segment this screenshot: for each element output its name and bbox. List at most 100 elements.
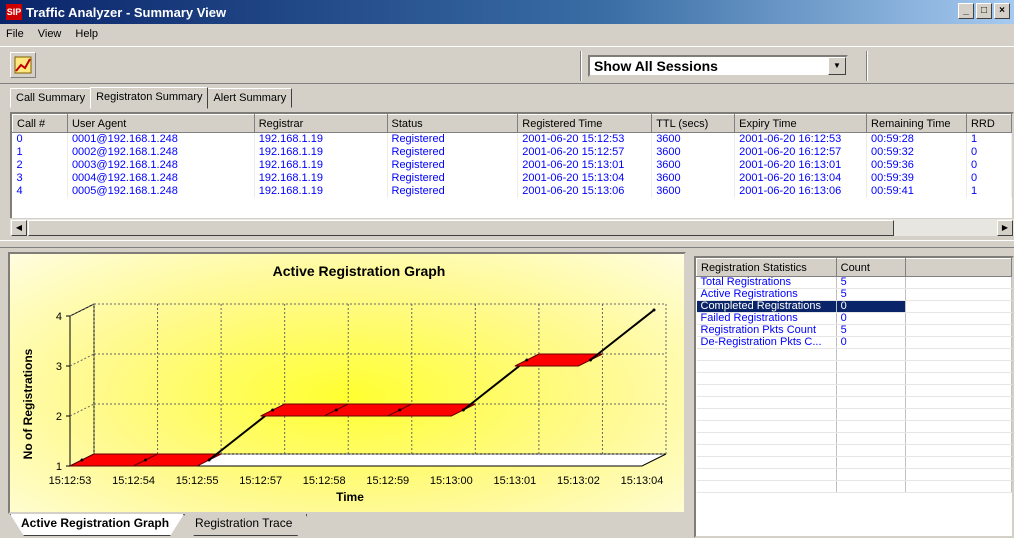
graph-tabs: Active Registration Graph Registration T… xyxy=(10,514,308,536)
tab-registration-summary[interactable]: Registraton Summary xyxy=(90,87,209,109)
tab-registration-trace[interactable]: Registration Trace xyxy=(184,514,308,536)
column-header[interactable]: Status xyxy=(386,114,519,133)
chart-y-tick-label: 2 xyxy=(56,411,62,423)
chart-x-tick-label: 15:13:04 xyxy=(621,475,664,487)
column-header[interactable]: TTL (secs) xyxy=(651,114,736,133)
chart-x-tick-label: 15:13:01 xyxy=(493,475,536,487)
stats-row-selected[interactable]: Completed Registrations 0 xyxy=(696,300,1012,313)
table-cell: 0 xyxy=(966,171,1012,185)
column-header xyxy=(904,258,1012,277)
table-cell: 0002@192.168.1.248 xyxy=(67,145,255,159)
table-cell: 0004@192.168.1.248 xyxy=(67,171,255,185)
graph-tool-icon[interactable] xyxy=(10,52,36,78)
maximize-button[interactable]: □ xyxy=(976,3,992,19)
stats-row[interactable]: De-Registration Pkts C... 0 xyxy=(696,336,1012,349)
chart-x-tick-label: 15:12:58 xyxy=(303,475,346,487)
stat-value: 5 xyxy=(836,324,906,337)
stat-label: Total Registrations xyxy=(696,276,837,289)
stat-label: Active Registrations xyxy=(696,288,837,301)
pane-splitter[interactable] xyxy=(0,240,1014,248)
table-cell: 192.168.1.19 xyxy=(254,132,388,146)
stat-label: Failed Registrations xyxy=(696,312,837,325)
table-row[interactable]: 4 0005@192.168.1.248 192.168.1.19 Regist… xyxy=(12,184,1012,198)
tab-alert-summary[interactable]: Alert Summary xyxy=(207,88,293,108)
table-header-row: Call # User Agent Registrar Status Regis… xyxy=(12,114,1012,133)
column-header[interactable]: Count xyxy=(835,258,906,277)
toolbar: Show All Sessions ▼ xyxy=(0,46,1014,84)
chart-rise-segment xyxy=(462,359,528,411)
chevron-down-icon[interactable]: ▼ xyxy=(828,57,846,75)
table-cell: 3600 xyxy=(651,145,736,159)
table-cell: Registered xyxy=(387,171,519,185)
table-row[interactable]: 3 0004@192.168.1.248 192.168.1.19 Regist… xyxy=(12,171,1012,185)
table-cell: 2001-06-20 15:12:53 xyxy=(517,132,653,146)
column-header[interactable]: Registration Statistics xyxy=(696,258,837,277)
column-header[interactable]: Call # xyxy=(12,114,68,133)
stats-row[interactable]: Total Registrations 5 xyxy=(696,276,1012,289)
table-cell: 192.168.1.19 xyxy=(254,158,388,172)
chart-x-tick-label: 15:13:00 xyxy=(430,475,473,487)
table-header-row: Registration Statistics Count xyxy=(696,258,1012,277)
chart-point xyxy=(80,458,84,462)
column-header[interactable]: Registrar xyxy=(253,114,388,133)
active-registration-chart: Active Registration Graph No of Registra… xyxy=(21,263,667,504)
horizontal-scrollbar[interactable]: ◀ ▶ xyxy=(10,218,1014,236)
stat-value: 0 xyxy=(836,312,906,325)
chart-point xyxy=(461,408,465,412)
table-cell: 3600 xyxy=(651,171,736,185)
menu-help[interactable]: Help xyxy=(75,28,98,40)
minimize-button[interactable]: _ xyxy=(958,3,974,19)
menu-view[interactable]: View xyxy=(38,28,62,40)
table-cell: 2001-06-20 15:13:06 xyxy=(517,184,653,198)
scroll-left-icon[interactable]: ◀ xyxy=(11,220,27,236)
menu-file[interactable]: File xyxy=(6,28,24,40)
table-cell: 00:59:39 xyxy=(866,171,967,185)
chart-rise-segment xyxy=(208,409,274,461)
table-cell: 192.168.1.19 xyxy=(254,145,388,159)
stats-row[interactable]: Failed Registrations 0 xyxy=(696,312,1012,325)
stats-row[interactable]: Active Registrations 5 xyxy=(696,288,1012,301)
table-cell: 192.168.1.19 xyxy=(254,184,388,198)
close-button[interactable]: × xyxy=(994,3,1010,19)
table-cell: 0 xyxy=(966,158,1012,172)
table-cell: 0005@192.168.1.248 xyxy=(67,184,255,198)
chart-point xyxy=(525,358,529,362)
chart-x-tick-label: 15:12:55 xyxy=(176,475,219,487)
stat-label: De-Registration Pkts C... xyxy=(696,336,837,349)
scroll-right-icon[interactable]: ▶ xyxy=(997,220,1013,236)
tab-call-summary[interactable]: Call Summary xyxy=(10,88,92,108)
chart-x-tick-label: 15:12:59 xyxy=(366,475,409,487)
stat-label: Completed Registrations xyxy=(696,300,837,313)
table-cell: 00:59:41 xyxy=(866,184,967,198)
column-header[interactable]: Expiry Time xyxy=(734,114,868,133)
table-cell: 2001-06-20 16:13:06 xyxy=(734,184,868,198)
summary-tabs: Call Summary Registraton Summary Alert S… xyxy=(10,86,293,109)
chart-title: Active Registration Graph xyxy=(273,263,446,279)
chart-side-wall xyxy=(69,303,95,467)
chart-y-tick-label: 3 xyxy=(56,361,62,373)
table-cell: 2001-06-20 16:12:53 xyxy=(734,132,868,146)
table-cell: 0001@192.168.1.248 xyxy=(67,132,255,146)
table-cell: 00:59:36 xyxy=(866,158,967,172)
column-header[interactable]: User Agent xyxy=(66,114,255,133)
stats-row[interactable]: Registration Pkts Count 5 xyxy=(696,324,1012,337)
sessions-select[interactable]: Show All Sessions ▼ xyxy=(588,55,848,77)
stat-value: 5 xyxy=(836,288,906,301)
registration-stats-table: Registration Statistics Count Total Regi… xyxy=(694,256,1014,538)
column-header[interactable]: Registered Time xyxy=(517,114,653,133)
table-row[interactable]: 2 0003@192.168.1.248 192.168.1.19 Regist… xyxy=(12,158,1012,172)
table-row[interactable]: 1 0002@192.168.1.248 192.168.1.19 Regist… xyxy=(12,145,1012,159)
table-cell: 192.168.1.19 xyxy=(254,171,388,185)
table-row[interactable]: 0 0001@192.168.1.248 192.168.1.19 Regist… xyxy=(12,132,1012,146)
table-cell: 2001-06-20 16:13:04 xyxy=(734,171,868,185)
chart-x-label: Time xyxy=(336,490,364,504)
column-header[interactable]: RRD xyxy=(965,114,1012,133)
table-cell: 2001-06-20 15:13:01 xyxy=(517,158,653,172)
table-cell: 3600 xyxy=(651,184,736,198)
chart-y-tick-label: 1 xyxy=(56,461,62,473)
registration-graph-panel: Active Registration Graph No of Registra… xyxy=(8,252,686,514)
scrollbar-thumb[interactable] xyxy=(28,220,894,236)
table-cell: 1 xyxy=(966,184,1012,198)
tab-active-registration-graph[interactable]: Active Registration Graph xyxy=(10,514,185,536)
column-header[interactable]: Remaining Time xyxy=(866,114,967,133)
